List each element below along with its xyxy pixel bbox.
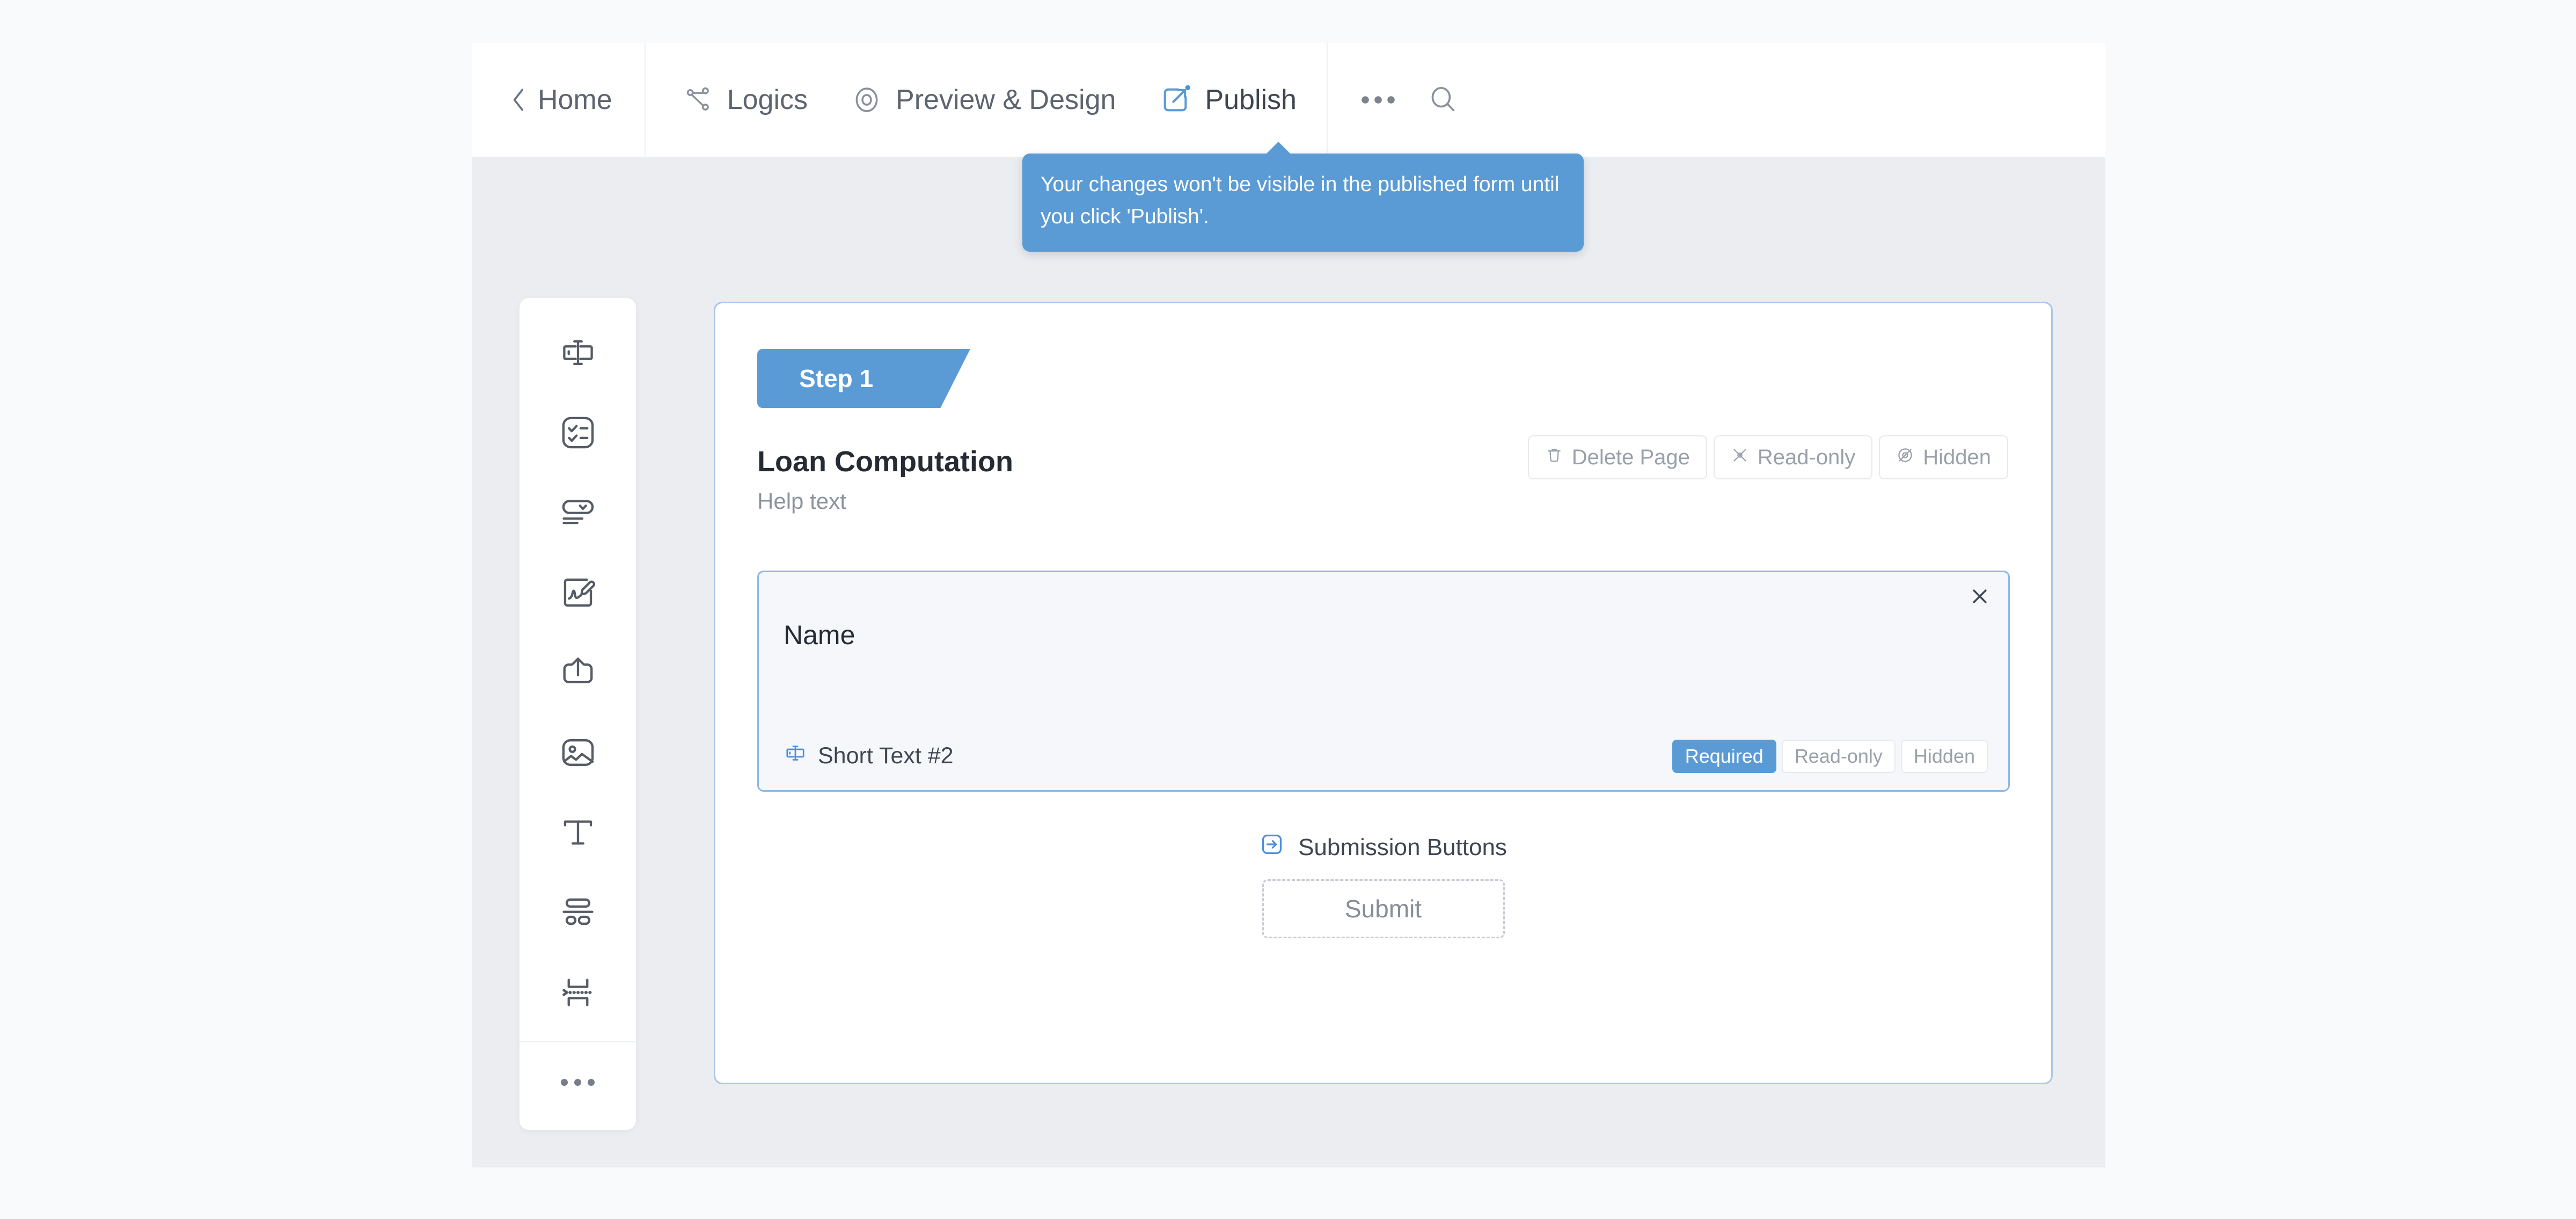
field-read-only-badge[interactable]: Read-only — [1782, 740, 1896, 773]
checklist-icon — [558, 413, 598, 455]
publish-tooltip: Your changes won't be visible in the pub… — [1022, 154, 1584, 252]
page-action-buttons: Delete Page Read-only — [1528, 435, 2008, 479]
dropdown-icon — [558, 493, 598, 535]
page-hidden-button[interactable]: Hidden — [1879, 435, 2008, 479]
field-type-info: Short Text #2 — [784, 741, 954, 771]
text-icon — [558, 813, 598, 855]
logics-label: Logics — [727, 84, 808, 116]
toolbar-item-section[interactable] — [538, 874, 618, 954]
field-state-badges: Required Read-only Hidden — [1672, 740, 1988, 773]
chevron-left-icon — [510, 86, 528, 113]
field-hidden-badge[interactable]: Hidden — [1901, 740, 1988, 773]
image-icon — [558, 733, 598, 775]
field-label[interactable]: Name — [784, 619, 855, 651]
submission-buttons-header: Submission Buttons — [715, 832, 2051, 863]
ellipsis-dot — [561, 1079, 568, 1086]
back-to-home-button[interactable]: Home — [472, 43, 645, 157]
submit-button[interactable]: Submit — [1262, 879, 1505, 938]
page-title[interactable]: Loan Computation — [757, 445, 1013, 478]
ellipsis-dot — [574, 1079, 581, 1086]
signature-icon — [558, 573, 598, 615]
toolbar-item-page-break[interactable] — [538, 954, 618, 1034]
toolbar-item-image[interactable] — [538, 714, 618, 794]
field-type-label: Short Text #2 — [818, 743, 954, 769]
publish-label: Publish — [1205, 84, 1297, 116]
toolbar-item-signature[interactable] — [538, 554, 618, 634]
ellipsis-dot — [588, 1079, 595, 1086]
page-break-icon — [558, 973, 598, 1015]
read-only-icon — [1731, 446, 1749, 470]
short-text-icon — [558, 333, 598, 375]
upload-icon — [558, 653, 598, 695]
toolbar-item-dropdown[interactable] — [538, 474, 618, 554]
toolbar-more-button[interactable] — [538, 1042, 618, 1122]
preview-label: Preview & Design — [896, 84, 1116, 116]
page-help-text[interactable]: Help text — [757, 488, 846, 514]
form-page-card: Step 1 Loan Computation Help text Delete… — [714, 302, 2053, 1084]
toolbar-item-multiple-choice[interactable] — [538, 394, 618, 474]
eye-off-icon — [1896, 446, 1914, 470]
short-text-icon — [784, 741, 807, 771]
field-required-badge[interactable]: Required — [1672, 740, 1776, 773]
tooltip-arrow — [1265, 142, 1291, 155]
tab-logics[interactable]: Logics — [646, 43, 838, 157]
toolbar-item-file-upload[interactable] — [538, 634, 618, 714]
more-options-button[interactable] — [1328, 43, 1417, 157]
trash-icon — [1545, 446, 1563, 470]
field-type-toolbar — [519, 298, 636, 1130]
toolbar-item-short-text[interactable] — [538, 314, 618, 394]
tab-preview-design[interactable]: Preview & Design — [838, 43, 1146, 157]
field-card-name[interactable]: Name Short Text #2 Required Read- — [757, 571, 2010, 792]
top-toolbar: Home Logics Preview & Design — [472, 43, 2105, 157]
external-link-icon — [1160, 84, 1191, 115]
step-badge: Step 1 — [757, 349, 970, 408]
tab-publish[interactable]: Publish — [1146, 43, 1327, 157]
close-icon[interactable] — [1965, 582, 1994, 611]
submission-label-text: Submission Buttons — [1298, 834, 1507, 861]
tooltip-text: Your changes won't be visible in the pub… — [1041, 173, 1559, 228]
delete-page-button[interactable]: Delete Page — [1528, 435, 1707, 479]
arrow-right-box-icon — [1260, 832, 1284, 863]
page-hidden-label: Hidden — [1923, 446, 1991, 470]
toolbar-item-text-block[interactable] — [538, 794, 618, 874]
ellipsis-icon — [1361, 94, 1395, 105]
form-canvas: Step 1 Loan Computation Help text Delete… — [472, 157, 2105, 1167]
delete-page-label: Delete Page — [1572, 446, 1690, 470]
logics-nodes-icon — [684, 85, 713, 114]
home-label: Home — [538, 84, 612, 116]
page-read-only-button[interactable]: Read-only — [1714, 435, 1872, 479]
section-icon — [558, 893, 598, 935]
target-circle-icon — [852, 85, 882, 115]
search-icon — [1428, 84, 1459, 115]
page-read-only-label: Read-only — [1758, 446, 1855, 470]
search-button[interactable] — [1417, 43, 1480, 157]
form-builder-window: Home Logics Preview & Design — [472, 43, 2105, 1167]
